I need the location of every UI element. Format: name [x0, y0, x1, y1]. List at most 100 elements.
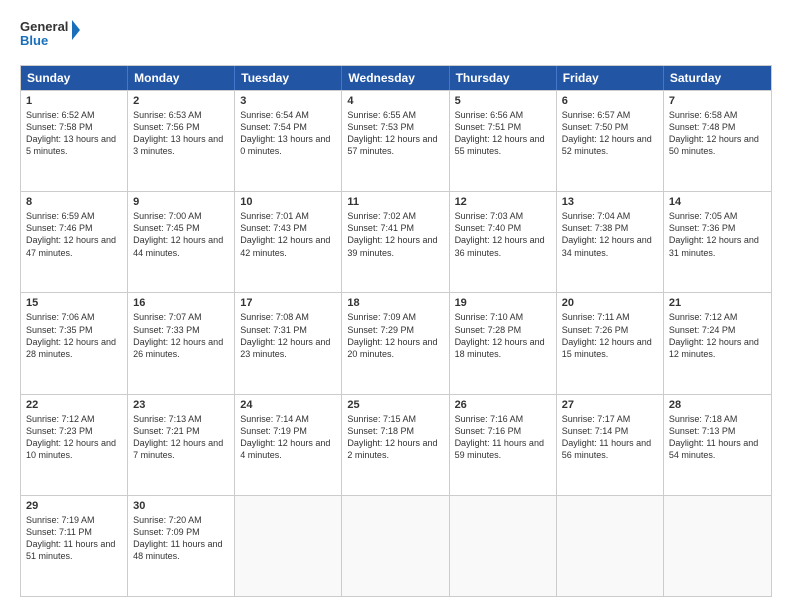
- calendar-header-cell: Tuesday: [235, 66, 342, 90]
- day-number: 11: [347, 196, 443, 208]
- day-number: 26: [455, 399, 551, 411]
- header: General Blue: [20, 15, 772, 55]
- day-info: Sunrise: 6:58 AMSunset: 7:48 PMDaylight:…: [669, 109, 766, 158]
- calendar-cell: 13 Sunrise: 7:04 AMSunset: 7:38 PMDaylig…: [557, 192, 664, 292]
- day-number: 16: [133, 297, 229, 309]
- calendar-cell: 21 Sunrise: 7:12 AMSunset: 7:24 PMDaylig…: [664, 293, 771, 393]
- calendar-cell: [450, 496, 557, 596]
- day-info: Sunrise: 6:54 AMSunset: 7:54 PMDaylight:…: [240, 109, 336, 158]
- day-number: 30: [133, 500, 229, 512]
- calendar-cell: 12 Sunrise: 7:03 AMSunset: 7:40 PMDaylig…: [450, 192, 557, 292]
- day-number: 15: [26, 297, 122, 309]
- day-number: 28: [669, 399, 766, 411]
- calendar-cell: [342, 496, 449, 596]
- day-info: Sunrise: 6:56 AMSunset: 7:51 PMDaylight:…: [455, 109, 551, 158]
- calendar-cell: 11 Sunrise: 7:02 AMSunset: 7:41 PMDaylig…: [342, 192, 449, 292]
- day-number: 1: [26, 95, 122, 107]
- day-info: Sunrise: 7:13 AMSunset: 7:21 PMDaylight:…: [133, 413, 229, 462]
- day-info: Sunrise: 6:59 AMSunset: 7:46 PMDaylight:…: [26, 210, 122, 259]
- calendar-cell: 28 Sunrise: 7:18 AMSunset: 7:13 PMDaylig…: [664, 395, 771, 495]
- day-number: 14: [669, 196, 766, 208]
- calendar-week: 15 Sunrise: 7:06 AMSunset: 7:35 PMDaylig…: [21, 292, 771, 393]
- calendar-cell: [664, 496, 771, 596]
- calendar-cell: 14 Sunrise: 7:05 AMSunset: 7:36 PMDaylig…: [664, 192, 771, 292]
- calendar-cell: 19 Sunrise: 7:10 AMSunset: 7:28 PMDaylig…: [450, 293, 557, 393]
- day-number: 19: [455, 297, 551, 309]
- calendar-week: 1 Sunrise: 6:52 AMSunset: 7:58 PMDayligh…: [21, 90, 771, 191]
- calendar-cell: 30 Sunrise: 7:20 AMSunset: 7:09 PMDaylig…: [128, 496, 235, 596]
- page: General Blue SundayMondayTuesdayWednesda…: [0, 0, 792, 612]
- day-info: Sunrise: 7:11 AMSunset: 7:26 PMDaylight:…: [562, 311, 658, 360]
- day-info: Sunrise: 7:00 AMSunset: 7:45 PMDaylight:…: [133, 210, 229, 259]
- day-info: Sunrise: 7:14 AMSunset: 7:19 PMDaylight:…: [240, 413, 336, 462]
- day-number: 5: [455, 95, 551, 107]
- day-number: 23: [133, 399, 229, 411]
- calendar-cell: 1 Sunrise: 6:52 AMSunset: 7:58 PMDayligh…: [21, 91, 128, 191]
- day-info: Sunrise: 7:06 AMSunset: 7:35 PMDaylight:…: [26, 311, 122, 360]
- calendar-week: 29 Sunrise: 7:19 AMSunset: 7:11 PMDaylig…: [21, 495, 771, 596]
- day-number: 25: [347, 399, 443, 411]
- day-number: 24: [240, 399, 336, 411]
- calendar-cell: 5 Sunrise: 6:56 AMSunset: 7:51 PMDayligh…: [450, 91, 557, 191]
- calendar-cell: 8 Sunrise: 6:59 AMSunset: 7:46 PMDayligh…: [21, 192, 128, 292]
- day-info: Sunrise: 7:12 AMSunset: 7:24 PMDaylight:…: [669, 311, 766, 360]
- calendar-header-cell: Friday: [557, 66, 664, 90]
- day-info: Sunrise: 7:03 AMSunset: 7:40 PMDaylight:…: [455, 210, 551, 259]
- calendar-cell: [235, 496, 342, 596]
- calendar-header-cell: Thursday: [450, 66, 557, 90]
- day-info: Sunrise: 7:05 AMSunset: 7:36 PMDaylight:…: [669, 210, 766, 259]
- day-number: 17: [240, 297, 336, 309]
- day-number: 8: [26, 196, 122, 208]
- calendar-cell: 7 Sunrise: 6:58 AMSunset: 7:48 PMDayligh…: [664, 91, 771, 191]
- calendar-cell: 24 Sunrise: 7:14 AMSunset: 7:19 PMDaylig…: [235, 395, 342, 495]
- calendar-cell: 6 Sunrise: 6:57 AMSunset: 7:50 PMDayligh…: [557, 91, 664, 191]
- day-info: Sunrise: 7:02 AMSunset: 7:41 PMDaylight:…: [347, 210, 443, 259]
- day-number: 9: [133, 196, 229, 208]
- calendar-body: 1 Sunrise: 6:52 AMSunset: 7:58 PMDayligh…: [21, 90, 771, 596]
- calendar-cell: 9 Sunrise: 7:00 AMSunset: 7:45 PMDayligh…: [128, 192, 235, 292]
- day-info: Sunrise: 7:10 AMSunset: 7:28 PMDaylight:…: [455, 311, 551, 360]
- day-info: Sunrise: 7:15 AMSunset: 7:18 PMDaylight:…: [347, 413, 443, 462]
- calendar-cell: 16 Sunrise: 7:07 AMSunset: 7:33 PMDaylig…: [128, 293, 235, 393]
- day-number: 2: [133, 95, 229, 107]
- day-info: Sunrise: 7:20 AMSunset: 7:09 PMDaylight:…: [133, 514, 229, 563]
- calendar-cell: 17 Sunrise: 7:08 AMSunset: 7:31 PMDaylig…: [235, 293, 342, 393]
- day-info: Sunrise: 6:52 AMSunset: 7:58 PMDaylight:…: [26, 109, 122, 158]
- calendar-week: 22 Sunrise: 7:12 AMSunset: 7:23 PMDaylig…: [21, 394, 771, 495]
- svg-text:General: General: [20, 19, 68, 34]
- logo: General Blue: [20, 15, 80, 55]
- day-number: 3: [240, 95, 336, 107]
- calendar-cell: 25 Sunrise: 7:15 AMSunset: 7:18 PMDaylig…: [342, 395, 449, 495]
- calendar-cell: 15 Sunrise: 7:06 AMSunset: 7:35 PMDaylig…: [21, 293, 128, 393]
- calendar-cell: 23 Sunrise: 7:13 AMSunset: 7:21 PMDaylig…: [128, 395, 235, 495]
- calendar: SundayMondayTuesdayWednesdayThursdayFrid…: [20, 65, 772, 597]
- day-info: Sunrise: 7:17 AMSunset: 7:14 PMDaylight:…: [562, 413, 658, 462]
- day-info: Sunrise: 7:08 AMSunset: 7:31 PMDaylight:…: [240, 311, 336, 360]
- day-info: Sunrise: 7:19 AMSunset: 7:11 PMDaylight:…: [26, 514, 122, 563]
- calendar-week: 8 Sunrise: 6:59 AMSunset: 7:46 PMDayligh…: [21, 191, 771, 292]
- calendar-header-cell: Wednesday: [342, 66, 449, 90]
- day-number: 22: [26, 399, 122, 411]
- day-number: 7: [669, 95, 766, 107]
- calendar-cell: 20 Sunrise: 7:11 AMSunset: 7:26 PMDaylig…: [557, 293, 664, 393]
- day-info: Sunrise: 7:07 AMSunset: 7:33 PMDaylight:…: [133, 311, 229, 360]
- day-info: Sunrise: 7:09 AMSunset: 7:29 PMDaylight:…: [347, 311, 443, 360]
- day-number: 27: [562, 399, 658, 411]
- calendar-cell: 10 Sunrise: 7:01 AMSunset: 7:43 PMDaylig…: [235, 192, 342, 292]
- day-number: 6: [562, 95, 658, 107]
- day-number: 10: [240, 196, 336, 208]
- day-number: 12: [455, 196, 551, 208]
- calendar-cell: 4 Sunrise: 6:55 AMSunset: 7:53 PMDayligh…: [342, 91, 449, 191]
- day-info: Sunrise: 6:53 AMSunset: 7:56 PMDaylight:…: [133, 109, 229, 158]
- day-info: Sunrise: 7:04 AMSunset: 7:38 PMDaylight:…: [562, 210, 658, 259]
- calendar-cell: 29 Sunrise: 7:19 AMSunset: 7:11 PMDaylig…: [21, 496, 128, 596]
- day-number: 20: [562, 297, 658, 309]
- day-info: Sunrise: 7:01 AMSunset: 7:43 PMDaylight:…: [240, 210, 336, 259]
- day-number: 21: [669, 297, 766, 309]
- calendar-cell: 2 Sunrise: 6:53 AMSunset: 7:56 PMDayligh…: [128, 91, 235, 191]
- svg-text:Blue: Blue: [20, 33, 48, 48]
- day-info: Sunrise: 6:55 AMSunset: 7:53 PMDaylight:…: [347, 109, 443, 158]
- logo-svg: General Blue: [20, 15, 80, 55]
- calendar-cell: [557, 496, 664, 596]
- calendar-header-cell: Sunday: [21, 66, 128, 90]
